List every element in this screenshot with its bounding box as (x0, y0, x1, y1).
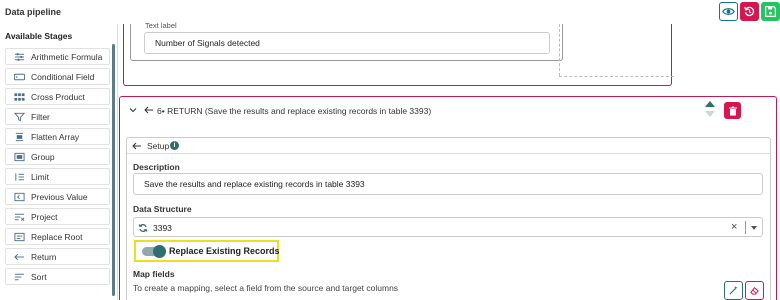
top-bar: Data pipeline (0, 0, 780, 24)
stage-item-label: Return (31, 251, 57, 262)
previous-stage-card: Text label Number of Signals detected (123, 21, 674, 86)
description-label: Description (133, 162, 180, 172)
dashed-connector (559, 24, 560, 76)
map-fields-label: Map fields (133, 269, 175, 279)
stage-item-conditional-field[interactable]: Conditional Field (5, 68, 110, 85)
dashed-connector (559, 76, 674, 77)
replace-records-highlight: Replace Existing Records (134, 240, 280, 262)
dropdown-caret-icon[interactable] (751, 226, 757, 230)
stages-sidebar: Available Stages Arithmetic Formula Cond… (0, 24, 118, 300)
stage-item-label: Project (31, 211, 58, 222)
text-label-caption: Text label (145, 21, 177, 30)
clear-mapping-button[interactable] (745, 281, 764, 300)
text-label-panel: Text label Number of Signals detected (130, 21, 563, 61)
arrow-left-icon (144, 106, 153, 114)
setup-header: Setup i (127, 138, 770, 154)
trash-icon (728, 106, 737, 115)
stage-item-label: Filter (31, 111, 50, 122)
save-icon (764, 5, 777, 18)
stage-item-label: Replace Root (31, 231, 83, 242)
stage-item-project[interactable]: Project (5, 208, 110, 225)
limit-icon (13, 172, 25, 182)
replace-root-icon (13, 232, 25, 242)
app-title: Data pipeline (5, 7, 62, 17)
stage-item-replace-root[interactable]: Replace Root (5, 228, 110, 245)
eye-icon (722, 8, 735, 15)
revert-icon (744, 6, 755, 17)
stage-item-sort[interactable]: Sort (5, 268, 110, 285)
replace-records-label: Replace Existing Records (169, 246, 280, 256)
stage-item-label: Group (31, 151, 55, 162)
stage-item-label: Sort (31, 271, 47, 282)
stage-header[interactable]: 6• RETURN (Save the results and replace … (120, 97, 776, 123)
select-separator (745, 221, 746, 234)
magic-wand-icon (729, 285, 738, 295)
data-structure-value: 3393 (153, 223, 172, 233)
stage-item-flatten-array[interactable]: Flatten Array (5, 128, 110, 145)
sort-icon (13, 272, 25, 282)
previous-value-icon (13, 192, 25, 202)
sidebar-title: Available Stages (5, 31, 73, 41)
filter-icon (13, 112, 25, 122)
save-button[interactable] (761, 2, 780, 21)
description-input[interactable]: Save the results and replace existing re… (133, 173, 763, 195)
group-icon (13, 152, 25, 162)
sidebar-scrollbar[interactable] (112, 44, 115, 296)
stage-item-label: Cross Product (31, 91, 85, 102)
stage-item-label: Previous Value (31, 191, 88, 202)
stage-item-group[interactable]: Group (5, 148, 110, 165)
stage-item-filter[interactable]: Filter (5, 108, 110, 125)
stage-title: 6• RETURN (Save the results and replace … (157, 106, 432, 116)
toggle-knob[interactable] (153, 245, 166, 258)
field-icon (13, 72, 25, 82)
stage-item-label: Limit (31, 171, 49, 182)
stage-list: Arithmetic Formula Conditional Field Cro… (5, 48, 110, 288)
view-button[interactable] (719, 2, 738, 21)
data-structure-label: Data Structure (133, 204, 192, 214)
return-icon (13, 252, 25, 262)
refresh-icon[interactable] (138, 223, 148, 233)
return-stage-card: 6• RETURN (Save the results and replace … (119, 96, 777, 300)
move-up-icon[interactable] (705, 101, 715, 107)
stage-item-label: Conditional Field (31, 71, 95, 82)
setup-panel: Setup i Description Save the results and… (126, 137, 771, 300)
stage-item-arithmetic-formula[interactable]: Arithmetic Formula (5, 48, 110, 65)
project-icon (13, 212, 25, 222)
text-label-input[interactable]: Number of Signals detected (144, 32, 550, 54)
stage-item-label: Arithmetic Formula (31, 51, 103, 62)
stage-item-label: Flatten Array (31, 131, 80, 142)
stage-item-limit[interactable]: Limit (5, 168, 110, 185)
info-icon[interactable]: i (170, 141, 179, 150)
back-arrow-icon[interactable] (132, 141, 142, 151)
move-down-icon[interactable] (705, 111, 715, 117)
stage-item-return[interactable]: Return (5, 248, 110, 265)
revert-button[interactable] (740, 2, 759, 21)
formula-icon (13, 52, 25, 62)
eraser-icon (750, 287, 759, 295)
stage-item-cross-product[interactable]: Cross Product (5, 88, 110, 105)
auto-map-button[interactable] (724, 281, 743, 300)
pipeline-canvas: Text label Number of Signals detected 6•… (119, 21, 780, 300)
chevron-down-icon[interactable] (128, 105, 138, 115)
setup-title: Setup (147, 141, 170, 151)
flatten-icon (13, 132, 25, 142)
data-structure-select[interactable]: 3393 × (133, 217, 763, 237)
clear-icon[interactable]: × (731, 221, 737, 233)
delete-stage-button[interactable] (724, 102, 741, 119)
map-fields-help: To create a mapping, select a field from… (133, 283, 399, 293)
grid-icon (13, 92, 25, 102)
stage-item-previous-value[interactable]: Previous Value (5, 188, 110, 205)
